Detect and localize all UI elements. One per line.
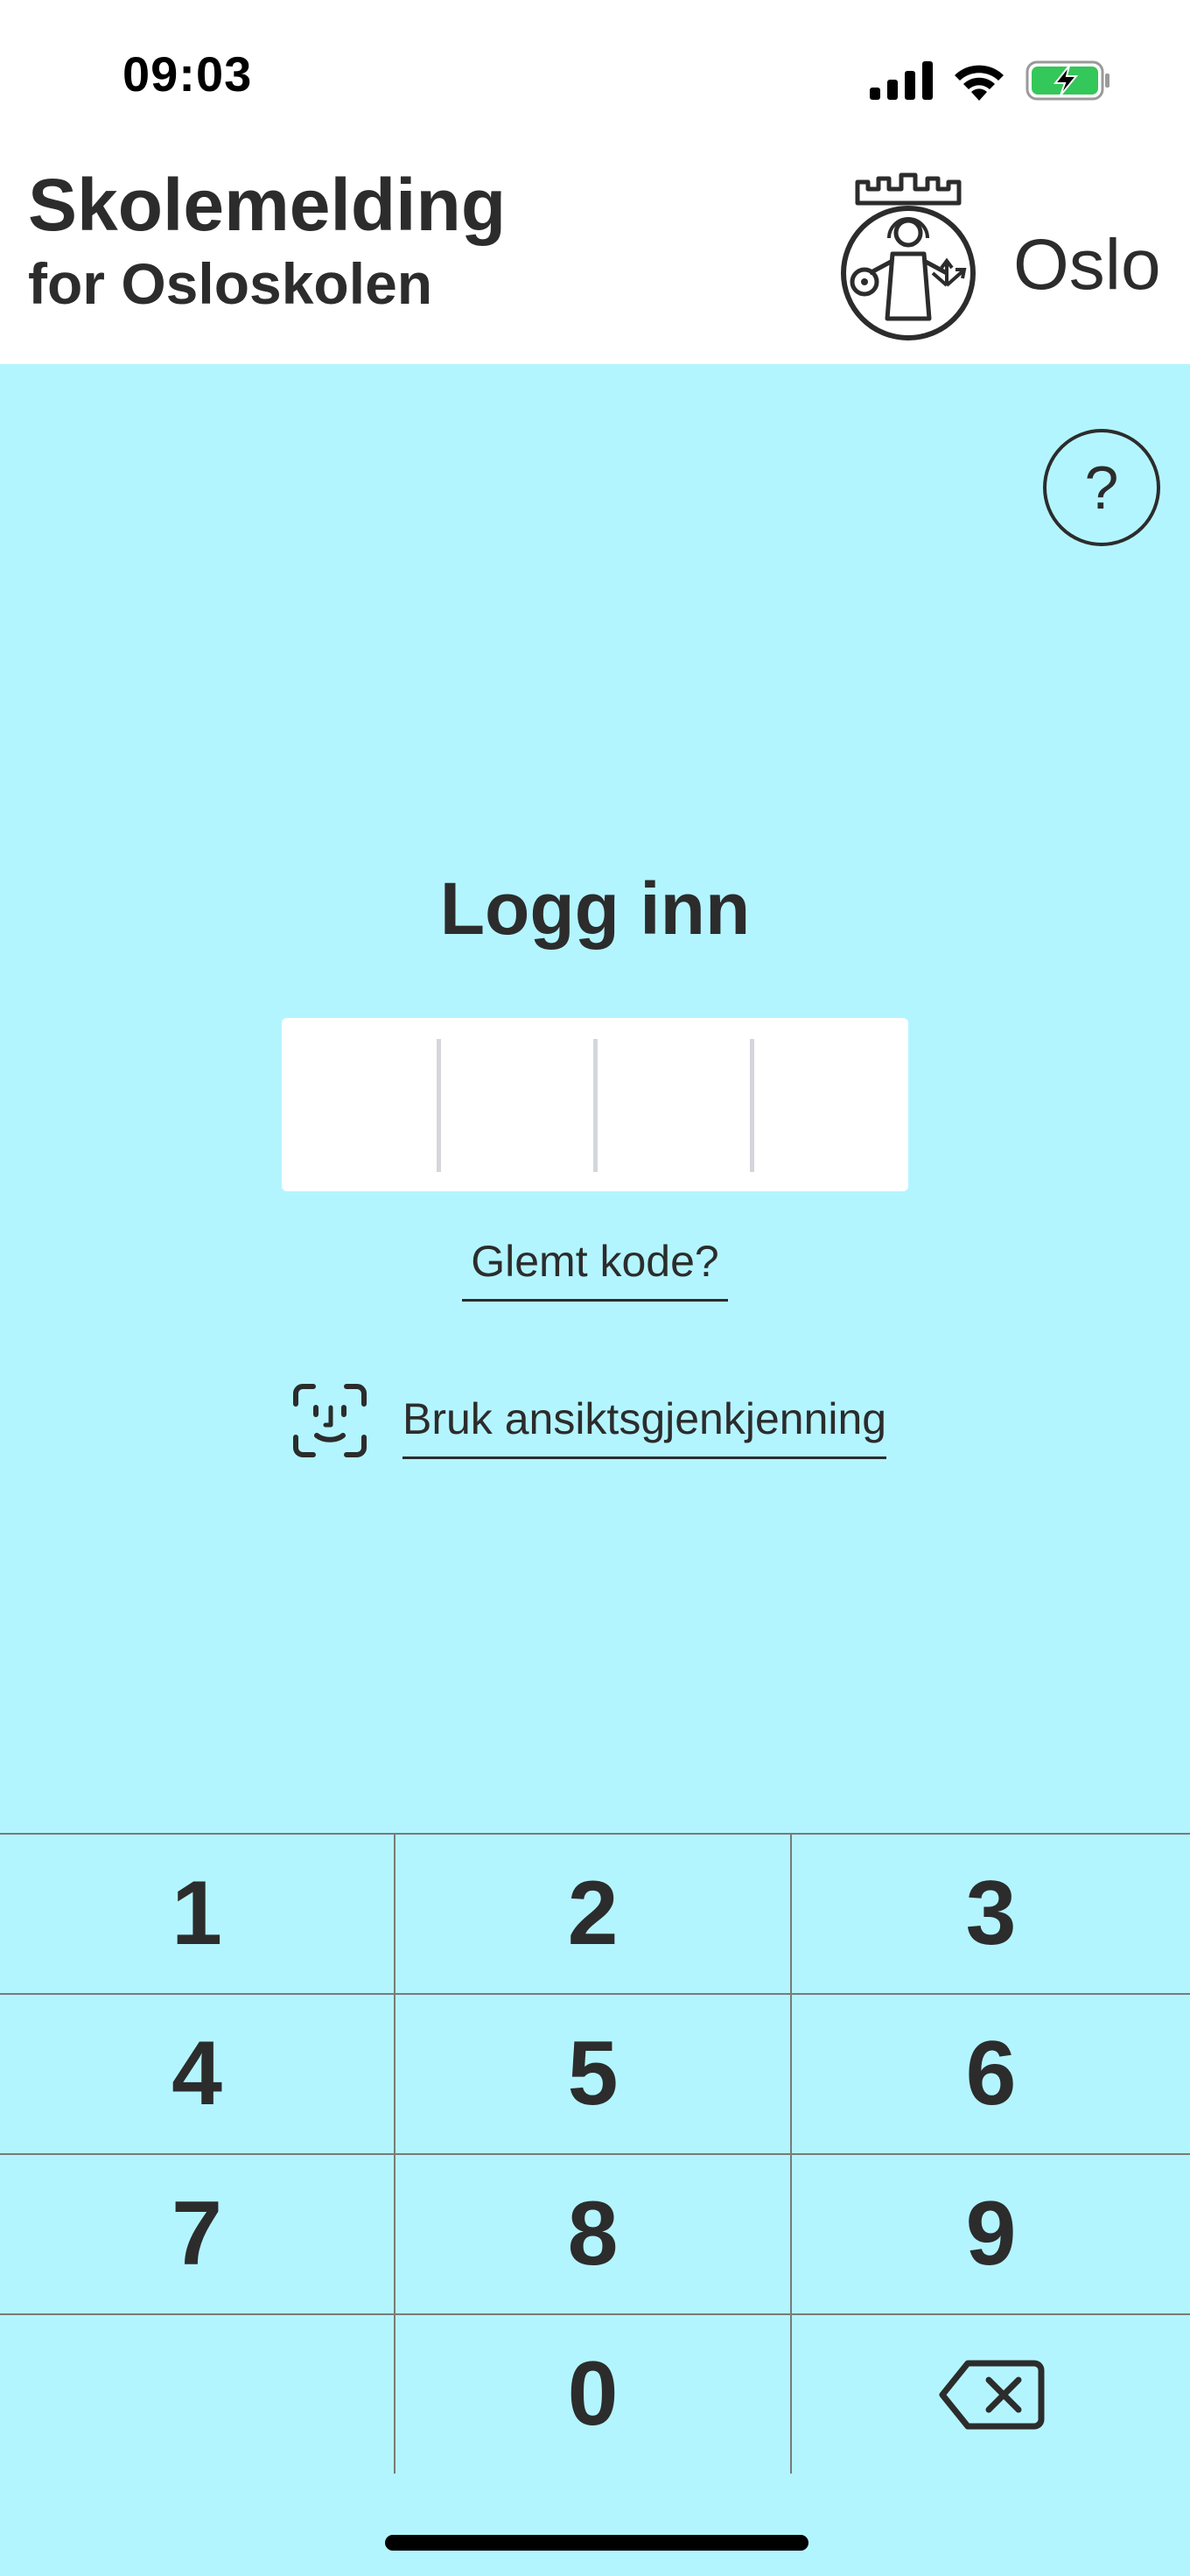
status-bar: 09:03	[0, 0, 1190, 158]
status-icons	[870, 54, 1111, 107]
help-icon: ?	[1084, 453, 1119, 522]
key-empty	[0, 2315, 396, 2474]
key-4[interactable]: 4	[0, 1995, 396, 2155]
help-button[interactable]: ?	[1043, 429, 1160, 546]
numeric-keypad: 1 2 3 4 5 6 7 8 9 0	[0, 1833, 1190, 2474]
pin-digit-4	[750, 1018, 908, 1191]
key-3[interactable]: 3	[792, 1835, 1190, 1995]
app-header: Skolemelding for Osloskolen Oslo	[0, 158, 1190, 364]
pin-input[interactable]	[282, 1018, 908, 1191]
key-5[interactable]: 5	[396, 1995, 792, 2155]
key-7[interactable]: 7	[0, 2155, 396, 2315]
forgot-code-link[interactable]: Glemt kode?	[462, 1236, 728, 1302]
home-indicator	[385, 2535, 808, 2551]
oslo-coat-of-arms-icon	[841, 172, 976, 340]
key-1[interactable]: 1	[0, 1835, 396, 1995]
pin-digit-1	[282, 1018, 438, 1191]
delete-button[interactable]	[792, 2315, 1190, 2474]
backspace-icon	[939, 2360, 1044, 2429]
face-id-label: Bruk ansiktsgjenkjenning	[402, 1393, 887, 1459]
key-2[interactable]: 2	[396, 1835, 792, 1995]
pin-divider	[437, 1039, 441, 1172]
pin-digit-3	[593, 1018, 752, 1191]
key-8[interactable]: 8	[396, 2155, 792, 2315]
battery-charging-icon	[1026, 60, 1110, 101]
app-subtitle: for Osloskolen	[28, 251, 433, 316]
app-title: Skolemelding	[28, 164, 507, 246]
status-time: 09:03	[122, 46, 253, 102]
pin-divider	[750, 1039, 754, 1172]
cellular-signal-icon	[870, 61, 933, 100]
oslo-logo-text: Oslo	[1013, 225, 1161, 305]
login-title: Logg inn	[439, 867, 751, 950]
face-id-button[interactable]: Bruk ansiktsgjenkjenning	[292, 1381, 887, 1460]
key-9[interactable]: 9	[792, 2155, 1190, 2315]
face-id-icon	[293, 1384, 367, 1457]
key-0[interactable]: 0	[396, 2315, 792, 2474]
pin-digit-2	[437, 1018, 595, 1191]
key-6[interactable]: 6	[792, 1995, 1190, 2155]
pin-divider	[593, 1039, 598, 1172]
wifi-icon	[955, 65, 1004, 101]
